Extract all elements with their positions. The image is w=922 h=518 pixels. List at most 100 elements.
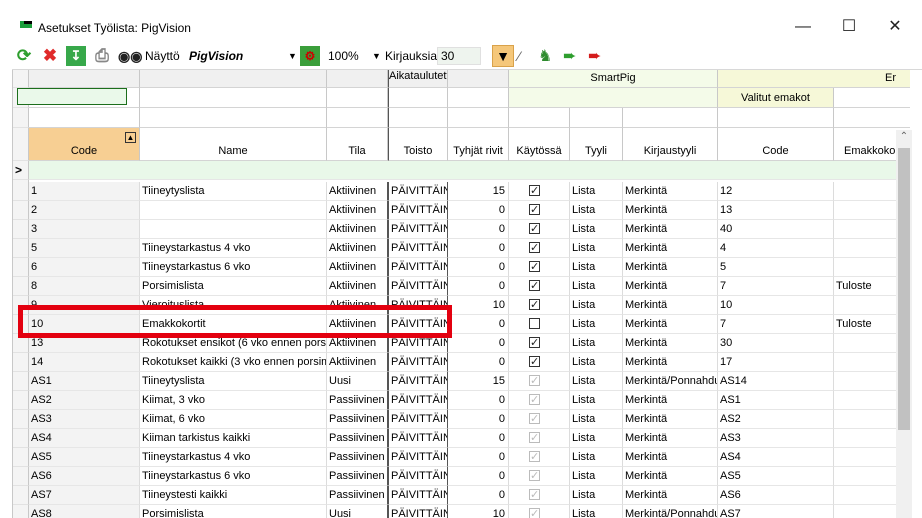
scroll-up-icon[interactable]: ⌃ <box>898 130 910 144</box>
vertical-scrollbar[interactable]: ⌃ <box>896 130 912 518</box>
column-header-kaytossa[interactable]: Käytössä <box>509 128 570 161</box>
cell-tyhjat-rivit[interactable]: 0 <box>448 410 509 429</box>
cell-kirjaustyyli[interactable]: Merkintä <box>623 296 718 315</box>
checkbox-checked[interactable] <box>529 258 540 276</box>
cell-code[interactable]: AS8 <box>29 505 140 518</box>
cell-tyyli[interactable]: Lista <box>570 429 623 448</box>
row-selector[interactable] <box>13 391 29 410</box>
cell-kirjaustyyli[interactable]: Merkintä <box>623 201 718 220</box>
cell-tyhjat-rivit[interactable]: 10 <box>448 296 509 315</box>
cell-kaytossa[interactable] <box>509 334 570 353</box>
cell-kaytossa[interactable] <box>509 429 570 448</box>
cell-code-valitut[interactable]: 12 <box>718 182 834 201</box>
print-icon[interactable]: ⎙ <box>92 45 112 67</box>
cell-tyhjat-rivit[interactable]: 0 <box>448 258 509 277</box>
cell-code-valitut[interactable]: AS6 <box>718 486 834 505</box>
cell-name[interactable]: Rokotukset ensikot (6 vko ennen porsimis <box>140 334 327 353</box>
cell-tila[interactable]: Uusi <box>327 505 388 518</box>
cell-code-valitut[interactable]: 7 <box>718 315 834 334</box>
row-selector[interactable] <box>13 334 29 353</box>
cell-code-valitut[interactable]: AS1 <box>718 391 834 410</box>
cell-code[interactable]: AS5 <box>29 448 140 467</box>
cell-code-valitut[interactable]: AS4 <box>718 448 834 467</box>
cell-code-valitut[interactable]: 4 <box>718 239 834 258</box>
zoom-chevron-icon[interactable]: ▼ <box>372 45 381 67</box>
row-selector[interactable] <box>13 277 29 296</box>
cell-tila[interactable]: Passiivinen <box>327 391 388 410</box>
cell-tyyli[interactable]: Lista <box>570 391 623 410</box>
cell-toisto[interactable]: PÄIVITTÄIN <box>388 372 448 391</box>
checkbox-checked[interactable] <box>529 410 540 428</box>
row-selector[interactable] <box>13 239 29 258</box>
cell-tyyli[interactable]: Lista <box>570 353 623 372</box>
download-icon[interactable]: ↧ <box>66 45 86 67</box>
cell-toisto[interactable]: PÄIVITTÄIN <box>388 258 448 277</box>
cell-code[interactable]: AS3 <box>29 410 140 429</box>
naytto-select[interactable]: PigVision <box>189 45 299 67</box>
row-selector[interactable] <box>13 372 29 391</box>
cell-code[interactable]: 5 <box>29 239 140 258</box>
cell-code[interactable]: AS2 <box>29 391 140 410</box>
cell-tila[interactable]: Passiivinen <box>327 410 388 429</box>
cell-name[interactable]: Tiineystarkastus 4 vko <box>140 448 327 467</box>
cell-kirjaustyyli[interactable]: Merkintä <box>623 220 718 239</box>
cell-code[interactable]: 2 <box>29 201 140 220</box>
cell-kaytossa[interactable] <box>509 486 570 505</box>
cell-tila[interactable]: Passiivinen <box>327 486 388 505</box>
column-header-tyhjat-rivit[interactable]: Tyhjät rivit <box>448 128 509 161</box>
cell-name[interactable]: Tiineystarkastus 6 vko <box>140 258 327 277</box>
checkbox-checked[interactable] <box>529 220 540 238</box>
row-selector[interactable] <box>13 296 29 315</box>
column-header-toisto[interactable]: Toisto <box>388 128 448 161</box>
cell-code[interactable]: 8 <box>29 277 140 296</box>
cell-toisto[interactable]: PÄIVITTÄIN <box>388 505 448 518</box>
cell-tila[interactable]: Aktiivinen <box>327 220 388 239</box>
cell-code-valitut[interactable]: AS7 <box>718 505 834 518</box>
checkbox-checked[interactable] <box>529 505 540 518</box>
cell-tyhjat-rivit[interactable]: 0 <box>448 334 509 353</box>
cell-tyhjat-rivit[interactable]: 0 <box>448 315 509 334</box>
column-header-name[interactable]: Name <box>140 128 327 161</box>
column-header-kirjaustyyli[interactable]: Kirjaustyyli <box>623 128 718 161</box>
cell-tila[interactable]: Aktiivinen <box>327 258 388 277</box>
export-settings-icon[interactable]: ⚙ <box>300 45 320 67</box>
cell-kaytossa[interactable] <box>509 353 570 372</box>
cell-code-valitut[interactable]: AS14 <box>718 372 834 391</box>
cell-toisto[interactable]: PÄIVITTÄIN <box>388 239 448 258</box>
chevron-down-icon[interactable]: ▼ <box>288 45 297 67</box>
row-selector[interactable] <box>13 448 29 467</box>
cell-kaytossa[interactable] <box>509 372 570 391</box>
cell-tyhjat-rivit[interactable]: 0 <box>448 429 509 448</box>
column-header-tila[interactable]: Tila <box>327 128 388 161</box>
cell-kirjaustyyli[interactable]: Merkintä <box>623 486 718 505</box>
cell-name[interactable]: Kiimat, 6 vko <box>140 410 327 429</box>
cell-code-valitut[interactable]: AS5 <box>718 467 834 486</box>
cell-kaytossa[interactable] <box>509 201 570 220</box>
cell-tyyli[interactable]: Lista <box>570 467 623 486</box>
row-selector[interactable] <box>13 201 29 220</box>
cell-name[interactable]: Tiineystesti kaikki <box>140 486 327 505</box>
cell-kirjaustyyli[interactable]: Merkintä <box>623 353 718 372</box>
row-selector[interactable] <box>13 410 29 429</box>
row-selector[interactable] <box>13 486 29 505</box>
cell-toisto[interactable]: PÄIVITTÄIN <box>388 486 448 505</box>
cell-tyyli[interactable]: Lista <box>570 505 623 518</box>
cell-name[interactable]: Tiineytyslista <box>140 182 327 201</box>
cell-tyyli[interactable]: Lista <box>570 258 623 277</box>
cell-tyhjat-rivit[interactable]: 0 <box>448 486 509 505</box>
cell-kaytossa[interactable] <box>509 467 570 486</box>
cell-kirjaustyyli[interactable]: Merkintä <box>623 277 718 296</box>
cell-tyyli[interactable]: Lista <box>570 334 623 353</box>
delete-icon[interactable]: ✖ <box>40 45 60 67</box>
checkbox-checked[interactable] <box>529 353 540 371</box>
cell-tila[interactable]: Aktiivinen <box>327 277 388 296</box>
cell-kaytossa[interactable] <box>509 410 570 429</box>
cell-tyhjat-rivit[interactable]: 0 <box>448 277 509 296</box>
checkbox-checked[interactable] <box>529 201 540 219</box>
cell-toisto[interactable]: PÄIVITTÄIN <box>388 315 448 334</box>
cell-kaytossa[interactable] <box>509 220 570 239</box>
cell-tyhjat-rivit[interactable]: 15 <box>448 372 509 391</box>
cell-tila[interactable]: Aktiivinen <box>327 182 388 201</box>
checkbox-checked[interactable] <box>529 277 540 295</box>
cell-tyhjat-rivit[interactable]: 15 <box>448 182 509 201</box>
